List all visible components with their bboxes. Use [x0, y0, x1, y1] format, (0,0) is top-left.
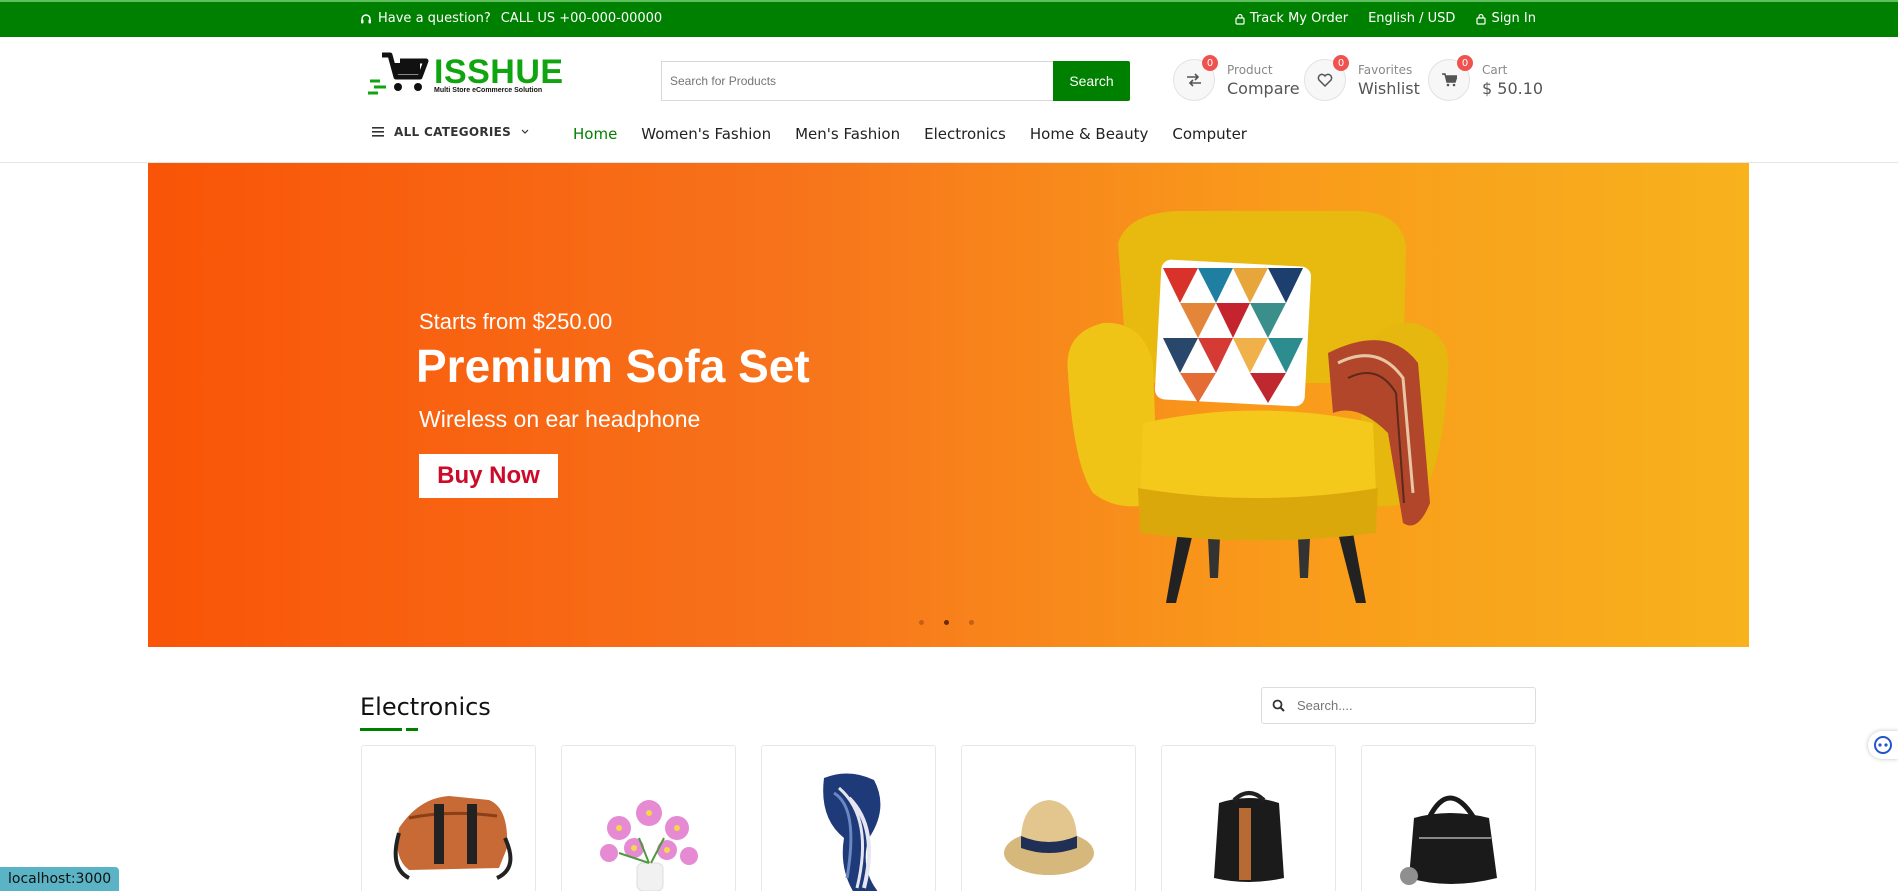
- track-order-label: Track My Order: [1249, 11, 1349, 26]
- wishlist-small-label: Favorites: [1358, 62, 1413, 77]
- wishlist-label: Wishlist: [1358, 78, 1420, 98]
- chat-widget-button[interactable]: [1868, 731, 1898, 759]
- top-bar: Have a question? CALL US +00-000-00000 T…: [0, 0, 1898, 37]
- wishlist-link[interactable]: 0 Favorites Wishlist: [1304, 55, 1420, 101]
- menu-item-electronics[interactable]: Electronics: [924, 125, 1006, 143]
- menu-item-computer[interactable]: Computer: [1172, 125, 1247, 143]
- scarf-icon: [823, 773, 881, 891]
- status-bar-url: localhost:3000: [0, 867, 120, 891]
- section-underline: [360, 728, 418, 731]
- slider-dot-1[interactable]: [919, 620, 924, 625]
- hero-title: Premium Sofa Set: [416, 340, 810, 392]
- cart-logo-icon: [368, 52, 429, 95]
- cart-circle: 0: [1428, 55, 1473, 101]
- user-lock-icon: [1476, 13, 1487, 25]
- phone-text: CALL US +00-000-00000: [500, 11, 663, 26]
- cart-icon: [1442, 73, 1457, 87]
- all-categories-dropdown[interactable]: ALL CATEGORIES: [372, 125, 529, 139]
- logo-title: ISSHUE: [434, 52, 564, 91]
- logo[interactable]: ISSHUE Multi Store eCommerce Solution: [368, 49, 573, 99]
- compare-badge: 0: [1202, 55, 1218, 71]
- cart-small-label: Cart: [1482, 62, 1508, 77]
- track-order-link[interactable]: Track My Order: [1234, 11, 1348, 26]
- hat-icon: [1004, 800, 1094, 875]
- hamburger-icon: [372, 127, 384, 137]
- product-grid: [361, 745, 1536, 891]
- slider-dots: [919, 620, 974, 625]
- product-card[interactable]: [1161, 745, 1336, 891]
- slider-dot-2[interactable]: [944, 620, 949, 625]
- language-currency-label: English / USD: [1368, 11, 1456, 26]
- logo-subtitle: Multi Store eCommerce Solution: [434, 86, 543, 94]
- menu-item-mens-fashion[interactable]: Men's Fashion: [795, 125, 900, 143]
- category-nav: ALL CATEGORIES: [372, 125, 529, 139]
- search-input[interactable]: [661, 61, 1053, 101]
- main-menu: Home Women's Fashion Men's Fashion Elect…: [573, 125, 1247, 143]
- cart-badge: 0: [1457, 55, 1473, 71]
- section-search-input[interactable]: [1297, 698, 1517, 713]
- slider-dot-3[interactable]: [969, 620, 974, 625]
- cart-total: $ 50.10: [1482, 78, 1544, 98]
- product-card[interactable]: [961, 745, 1136, 891]
- menu-item-home[interactable]: Home: [573, 125, 617, 143]
- product-search: Search: [661, 61, 1130, 101]
- cart-link[interactable]: 0 Cart $ 50.10: [1428, 55, 1544, 101]
- sign-in-link[interactable]: Sign In: [1475, 11, 1536, 26]
- compare-icon: [1187, 73, 1201, 87]
- compare-label: Compare: [1227, 78, 1300, 98]
- chat-bot-icon: [1874, 736, 1892, 754]
- flowers-icon: [600, 800, 698, 891]
- menu-item-womens-fashion[interactable]: Women's Fashion: [641, 125, 771, 143]
- hero-subtitle: Starts from $250.00: [419, 309, 613, 334]
- sign-in-label: Sign In: [1491, 11, 1536, 26]
- site-header: ISSHUE Multi Store eCommerce Solution Se…: [0, 37, 1898, 163]
- section-search: [1261, 687, 1536, 724]
- product-card[interactable]: [361, 745, 536, 891]
- compare-small-label: Product: [1227, 62, 1273, 77]
- all-categories-label: ALL CATEGORIES: [394, 125, 512, 139]
- hero-slider[interactable]: Starts from $250.00 Premium Sofa Set Wir…: [148, 163, 1749, 647]
- hero-description: Wireless on ear headphone: [419, 406, 701, 432]
- section-title: Electronics: [360, 693, 491, 721]
- buy-now-button[interactable]: Buy Now: [419, 454, 558, 498]
- wishlist-badge: 0: [1333, 55, 1349, 71]
- heart-icon: [1317, 73, 1333, 87]
- question-text: Have a question?: [378, 11, 491, 26]
- lock-icon: [1235, 13, 1245, 25]
- compare-circle: 0: [1173, 55, 1218, 101]
- handbag-icon: [1400, 795, 1497, 885]
- compare-link[interactable]: 0 Product Compare: [1173, 55, 1300, 101]
- product-card[interactable]: [1361, 745, 1536, 891]
- bag-icon: [393, 796, 513, 880]
- search-icon: [1272, 699, 1285, 712]
- language-currency-selector[interactable]: English / USD: [1368, 11, 1455, 26]
- headset-icon: [361, 13, 371, 23]
- chevron-down-icon: [521, 129, 529, 134]
- armchair-image: [1067, 211, 1449, 603]
- product-card[interactable]: [561, 745, 736, 891]
- menu-item-home-beauty[interactable]: Home & Beauty: [1030, 125, 1149, 143]
- product-card[interactable]: [761, 745, 936, 891]
- wishlist-circle: 0: [1304, 55, 1349, 101]
- search-button[interactable]: Search: [1053, 61, 1130, 101]
- backpack-icon: [1214, 791, 1284, 882]
